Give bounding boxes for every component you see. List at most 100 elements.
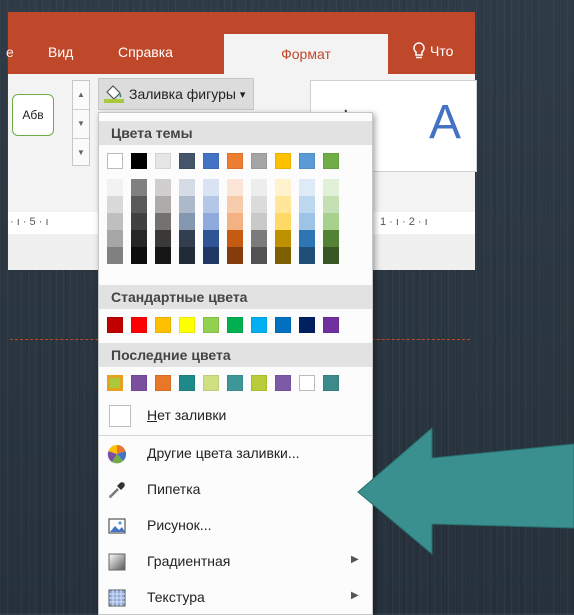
gradient-fill-item[interactable]: Градиентная ▶ xyxy=(99,545,372,579)
tab-partial[interactable]: е xyxy=(6,44,14,60)
theme-shade-swatch[interactable] xyxy=(155,230,171,247)
standard-color-swatch[interactable] xyxy=(155,317,171,333)
theme-color-swatch[interactable] xyxy=(299,153,315,169)
theme-shade-swatch[interactable] xyxy=(227,230,243,247)
theme-color-swatch[interactable] xyxy=(107,153,123,169)
recent-color-swatch[interactable] xyxy=(251,375,267,391)
theme-shade-swatch[interactable] xyxy=(227,196,243,213)
standard-color-swatch[interactable] xyxy=(179,317,195,333)
theme-shade-swatch[interactable] xyxy=(227,213,243,230)
theme-shade-swatch[interactable] xyxy=(323,196,339,213)
theme-color-swatch[interactable] xyxy=(179,153,195,169)
theme-shade-swatch[interactable] xyxy=(203,247,219,264)
theme-shade-swatch[interactable] xyxy=(299,230,315,247)
theme-color-swatch[interactable] xyxy=(131,153,147,169)
more-fill-colors-item[interactable]: Другие цвета заливки... xyxy=(99,437,372,471)
tab-format[interactable]: Формат xyxy=(224,34,388,74)
no-fill-item[interactable]: Нет заливки xyxy=(99,399,372,433)
recent-color-swatch[interactable] xyxy=(299,375,315,391)
theme-shade-swatch[interactable] xyxy=(323,230,339,247)
theme-shade-swatch[interactable] xyxy=(299,247,315,264)
theme-shade-swatch[interactable] xyxy=(107,179,123,196)
standard-color-swatch[interactable] xyxy=(203,317,219,333)
theme-shade-swatch[interactable] xyxy=(179,213,195,230)
standard-color-swatch[interactable] xyxy=(131,317,147,333)
theme-shade-swatch[interactable] xyxy=(179,179,195,196)
theme-shade-swatch[interactable] xyxy=(275,230,291,247)
theme-shade-swatch[interactable] xyxy=(179,230,195,247)
recent-color-swatch[interactable] xyxy=(179,375,195,391)
theme-shade-swatch[interactable] xyxy=(323,179,339,196)
theme-shade-swatch[interactable] xyxy=(131,179,147,196)
theme-shade-swatch[interactable] xyxy=(179,247,195,264)
theme-shade-swatch[interactable] xyxy=(155,196,171,213)
theme-shade-swatch[interactable] xyxy=(275,213,291,230)
theme-shade-swatch[interactable] xyxy=(203,179,219,196)
standard-color-swatch[interactable] xyxy=(107,317,123,333)
recent-color-swatch[interactable] xyxy=(275,375,291,391)
theme-shade-swatch[interactable] xyxy=(323,247,339,264)
recent-color-swatch[interactable] xyxy=(203,375,219,391)
theme-shade-swatch[interactable] xyxy=(131,213,147,230)
standard-color-swatch[interactable] xyxy=(323,317,339,333)
theme-shade-swatch[interactable] xyxy=(107,196,123,213)
theme-shade-swatch[interactable] xyxy=(203,230,219,247)
eyedropper-item[interactable]: Пипетка xyxy=(99,473,372,507)
tab-help[interactable]: Справка xyxy=(118,44,173,60)
theme-shade-swatch[interactable] xyxy=(203,196,219,213)
theme-shade-swatch[interactable] xyxy=(131,230,147,247)
recent-color-swatch[interactable] xyxy=(227,375,243,391)
theme-shade-swatch[interactable] xyxy=(323,213,339,230)
theme-shade-swatch[interactable] xyxy=(155,179,171,196)
texture-fill-item[interactable]: Текстура ▶ xyxy=(99,581,372,614)
theme-shade-swatch[interactable] xyxy=(107,213,123,230)
texture-fill-label: Текстура xyxy=(147,589,205,605)
shape-style-sample[interactable]: Абв xyxy=(12,94,54,136)
theme-color-swatch[interactable] xyxy=(227,153,243,169)
theme-shade-swatch[interactable] xyxy=(131,196,147,213)
theme-shade-swatch[interactable] xyxy=(299,196,315,213)
theme-shade-swatch[interactable] xyxy=(107,230,123,247)
theme-shade-swatch[interactable] xyxy=(251,247,267,264)
scroll-down-icon[interactable]: ▼ xyxy=(73,110,89,139)
standard-color-swatch[interactable] xyxy=(275,317,291,333)
theme-shade-swatch[interactable] xyxy=(227,179,243,196)
theme-shade-swatch[interactable] xyxy=(299,179,315,196)
theme-shade-swatch[interactable] xyxy=(251,230,267,247)
theme-shade-swatch[interactable] xyxy=(203,213,219,230)
theme-shade-swatch[interactable] xyxy=(155,247,171,264)
style-gallery-scroll[interactable]: ▲ ▼ ▼ xyxy=(72,80,90,166)
theme-color-swatch[interactable] xyxy=(251,153,267,169)
gallery-expand-icon[interactable]: ▼ xyxy=(73,139,89,167)
theme-shade-swatch[interactable] xyxy=(275,196,291,213)
theme-shade-swatch[interactable] xyxy=(251,179,267,196)
picture-fill-item[interactable]: Рисунок... xyxy=(99,509,372,543)
theme-shade-swatch[interactable] xyxy=(227,247,243,264)
standard-color-swatch[interactable] xyxy=(227,317,243,333)
theme-shade-swatch[interactable] xyxy=(179,196,195,213)
recent-color-swatch[interactable] xyxy=(323,375,339,391)
theme-color-swatch[interactable] xyxy=(155,153,171,169)
theme-shade-swatch[interactable] xyxy=(251,213,267,230)
tell-me-box[interactable]: Что xyxy=(412,42,453,60)
scroll-up-icon[interactable]: ▲ xyxy=(73,81,89,110)
theme-shade-swatch[interactable] xyxy=(275,247,291,264)
theme-color-swatch[interactable] xyxy=(323,153,339,169)
theme-shade-swatch[interactable] xyxy=(275,179,291,196)
tab-view[interactable]: Вид xyxy=(48,44,73,60)
theme-color-swatch[interactable] xyxy=(203,153,219,169)
recent-color-swatch[interactable] xyxy=(131,375,147,391)
theme-shade-column xyxy=(131,179,147,264)
standard-color-swatch[interactable] xyxy=(251,317,267,333)
theme-shade-swatch[interactable] xyxy=(299,213,315,230)
theme-shade-swatch[interactable] xyxy=(131,247,147,264)
wordart-sample[interactable]: A xyxy=(429,95,461,150)
recent-color-swatch[interactable] xyxy=(107,375,123,391)
standard-color-swatch[interactable] xyxy=(299,317,315,333)
theme-shade-swatch[interactable] xyxy=(155,213,171,230)
theme-color-swatch[interactable] xyxy=(275,153,291,169)
shape-fill-button[interactable]: Заливка фигуры ▾ xyxy=(98,78,255,110)
theme-shade-swatch[interactable] xyxy=(107,247,123,264)
theme-shade-swatch[interactable] xyxy=(251,196,267,213)
recent-color-swatch[interactable] xyxy=(155,375,171,391)
